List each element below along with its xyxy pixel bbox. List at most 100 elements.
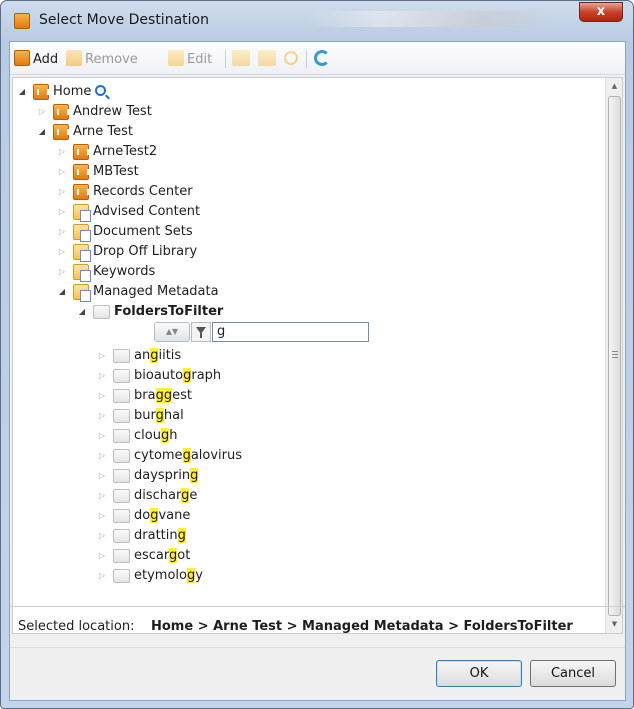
- collapsed-arrow-icon[interactable]: ▷: [37, 102, 47, 122]
- find-button[interactable]: [284, 50, 301, 68]
- add-label: Add: [33, 52, 59, 67]
- tree-node-label: Records Center: [93, 184, 193, 199]
- filter-icon[interactable]: [191, 322, 211, 342]
- collapsed-arrow-icon[interactable]: ▷: [97, 546, 107, 566]
- library-icon: [73, 224, 91, 242]
- refresh-icon: [314, 50, 330, 66]
- expanded-arrow-icon[interactable]: ◢: [57, 282, 67, 302]
- collapsed-arrow-icon[interactable]: ▷: [57, 202, 67, 222]
- sort-button[interactable]: ▲▼: [154, 322, 190, 342]
- selected-location-path: Home > Arne Test > Managed Metadata > Fo…: [151, 619, 573, 634]
- site-icon: [73, 144, 89, 160]
- window-title: Select Move Destination: [39, 12, 209, 28]
- collapsed-arrow-icon[interactable]: ▷: [97, 386, 107, 406]
- folder-icon: [113, 469, 130, 483]
- collapsed-arrow-icon[interactable]: ▷: [97, 346, 107, 366]
- edit-icon: [168, 50, 184, 66]
- folder-icon: [113, 449, 130, 463]
- toolbar-separator: [306, 50, 307, 68]
- site-icon: [73, 164, 89, 180]
- scrollbar-thumb[interactable]: [608, 96, 621, 616]
- tree-node-label: Andrew Test: [73, 104, 152, 119]
- match-highlight: g: [155, 408, 164, 423]
- filter-input[interactable]: g: [212, 322, 369, 342]
- tree-node-label: braggest: [134, 388, 192, 403]
- toolbar-separator: [225, 50, 226, 68]
- match-highlight: gg: [155, 388, 173, 403]
- new-folder-button[interactable]: [258, 50, 279, 68]
- search-icon[interactable]: [95, 85, 106, 96]
- folder-icon: [113, 489, 130, 503]
- collapsed-arrow-icon[interactable]: ▷: [97, 466, 107, 486]
- remove-icon: [66, 50, 82, 66]
- scroll-up-arrow-icon[interactable]: ▲: [606, 78, 622, 95]
- collapsed-arrow-icon[interactable]: ▷: [57, 162, 67, 182]
- collapsed-arrow-icon[interactable]: ▷: [97, 526, 107, 546]
- collapsed-arrow-icon[interactable]: ▷: [97, 426, 107, 446]
- toolbar: Add Remove Edit: [10, 42, 625, 75]
- tree-node-label: Keywords: [93, 264, 156, 279]
- tree-node-label: burghal: [134, 408, 184, 423]
- tree-node-label: angiitis: [134, 348, 182, 363]
- remove-button[interactable]: Remove: [66, 50, 138, 68]
- add-button[interactable]: Add: [14, 50, 58, 68]
- folder-icon: [113, 409, 130, 423]
- collapsed-arrow-icon[interactable]: ▷: [97, 566, 107, 586]
- collapsed-arrow-icon[interactable]: ▷: [57, 182, 67, 202]
- dialog-body: Add Remove Edit ◢ Home ▷ Andrew Test ◢ A…: [9, 41, 626, 701]
- collapsed-arrow-icon[interactable]: ▷: [57, 222, 67, 242]
- selected-location-bar: Selected location: Home > Arne Test > Ma…: [10, 606, 625, 646]
- collapsed-arrow-icon[interactable]: ▷: [57, 262, 67, 282]
- collapsed-arrow-icon[interactable]: ▷: [97, 406, 107, 426]
- app-icon: [14, 13, 30, 29]
- favorite-button[interactable]: [232, 50, 253, 68]
- remove-label: Remove: [85, 52, 138, 67]
- match-highlight: g: [177, 528, 186, 543]
- library-icon: [73, 244, 91, 262]
- tree-node-label: escargot: [134, 548, 191, 563]
- tree-node-label: Document Sets: [93, 224, 193, 239]
- library-icon: [73, 264, 91, 282]
- tree-node-label: dratting: [134, 528, 186, 543]
- dialog-window: Select Move Destination x Add Remove Edi…: [0, 0, 634, 709]
- cancel-button[interactable]: Cancel: [530, 660, 616, 687]
- vertical-scrollbar[interactable]: ▲ ▼: [605, 78, 622, 633]
- collapsed-arrow-icon[interactable]: ▷: [97, 486, 107, 506]
- tree-node-label: MBTest: [93, 164, 139, 179]
- close-button[interactable]: x: [579, 2, 623, 22]
- collapsed-arrow-icon[interactable]: ▷: [57, 142, 67, 162]
- match-highlight: g: [186, 568, 196, 583]
- tree-node-label: dayspring: [134, 468, 199, 483]
- expanded-arrow-icon[interactable]: ◢: [37, 122, 47, 142]
- tree-node-label: discharge: [134, 488, 198, 503]
- match-highlight: g: [190, 468, 199, 483]
- ok-button[interactable]: OK: [436, 660, 522, 687]
- expanded-arrow-icon[interactable]: ◢: [17, 82, 27, 102]
- divider: [10, 647, 625, 648]
- location-tree[interactable]: ◢ Home ▷ Andrew Test ◢ Arne Test ▷ ArneT…: [12, 77, 623, 634]
- edit-label: Edit: [187, 52, 213, 67]
- collapsed-arrow-icon[interactable]: ▷: [97, 446, 107, 466]
- site-icon: [33, 84, 49, 100]
- expanded-arrow-icon[interactable]: ◢: [77, 302, 87, 322]
- tree-node-label: FoldersToFilter: [114, 304, 224, 319]
- title-bar[interactable]: Select Move Destination x: [1, 1, 633, 41]
- add-icon: [14, 50, 30, 66]
- match-highlight: g: [160, 428, 170, 443]
- star-icon: [232, 50, 250, 66]
- folder-icon: [93, 305, 110, 319]
- tree-node-label: clough: [134, 428, 178, 443]
- folder-icon: [113, 549, 130, 563]
- collapsed-arrow-icon[interactable]: ▷: [57, 242, 67, 262]
- tree-node-label: cytomegalovirus: [134, 448, 243, 463]
- site-icon: [53, 104, 69, 120]
- refresh-button[interactable]: [314, 50, 333, 68]
- library-icon: [73, 204, 91, 222]
- tree-node-label: Drop Off Library: [93, 244, 198, 259]
- folder-icon: [113, 569, 130, 583]
- collapsed-arrow-icon[interactable]: ▷: [97, 506, 107, 526]
- site-icon: [73, 184, 89, 200]
- edit-button[interactable]: Edit: [168, 50, 212, 68]
- tree-node-label: Arne Test: [73, 124, 133, 139]
- collapsed-arrow-icon[interactable]: ▷: [97, 366, 107, 386]
